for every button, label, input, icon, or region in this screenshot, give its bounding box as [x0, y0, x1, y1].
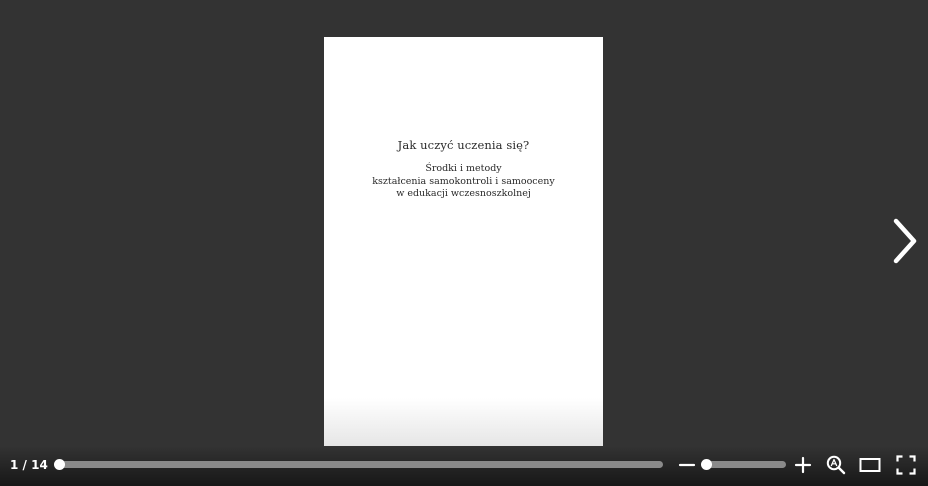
page-bottom-shade — [324, 398, 603, 446]
document-page: Jak uczyć uczenia się? Środki i metody k… — [324, 37, 603, 446]
plus-icon — [794, 456, 812, 474]
document-subtitle-line: kształcenia samokontroli i samooceny — [372, 175, 555, 187]
single-page-view-icon — [859, 458, 881, 472]
page-content: Jak uczyć uczenia się? Środki i metody k… — [324, 138, 603, 201]
fullscreen-button[interactable] — [896, 455, 916, 475]
page-progress-handle[interactable] — [54, 459, 65, 470]
minus-icon — [678, 463, 696, 467]
search-button[interactable] — [826, 455, 846, 475]
document-viewer: Jak uczyć uczenia się? Środki i metody k… — [0, 0, 928, 486]
page-counter: 1 / 14 — [10, 458, 48, 472]
zoom-slider[interactable] — [701, 459, 786, 470]
zoom-out-button[interactable] — [678, 456, 696, 474]
search-text-icon — [826, 455, 846, 475]
document-subtitle-line: Środki i metody — [425, 163, 502, 174]
chevron-right-icon — [893, 218, 917, 264]
document-subtitle-line: w edukacji wczesnoszkolnej — [396, 188, 531, 199]
document-title: Jak uczyć uczenia się? — [397, 138, 530, 152]
page-progress-slider[interactable] — [54, 459, 663, 470]
zoom-in-button[interactable] — [794, 456, 812, 474]
single-page-view-button[interactable] — [859, 456, 881, 474]
fullscreen-icon — [896, 455, 916, 475]
next-page-button[interactable] — [886, 214, 926, 268]
